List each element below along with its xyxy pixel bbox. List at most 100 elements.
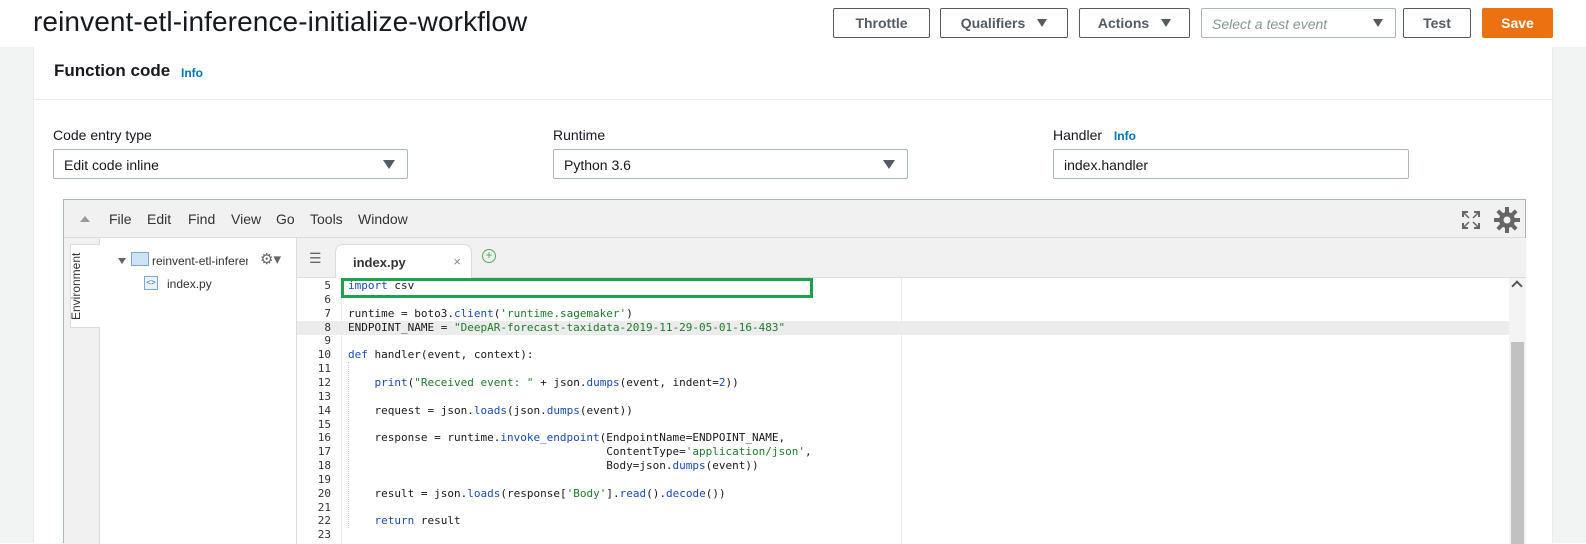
code-line[interactable]: 15 <box>297 418 1509 432</box>
handler-info-link[interactable]: Info <box>1114 129 1136 143</box>
collapse-menu-icon[interactable] <box>80 216 90 222</box>
code-line[interactable]: 18 Body=json.dumps(event)) <box>297 459 1509 473</box>
line-number: 23 <box>317 528 331 542</box>
menu-edit[interactable]: Edit <box>147 211 171 227</box>
line-number: 21 <box>317 500 331 514</box>
menu-window[interactable]: Window <box>358 211 408 227</box>
handler-label: Handler <box>1053 127 1103 143</box>
fullscreen-icon[interactable] <box>1462 211 1480 229</box>
test-event-select[interactable]: Select a test event <box>1201 8 1396 38</box>
endpoint-name-highlight <box>341 278 813 298</box>
add-tab-icon[interactable]: + <box>482 249 496 263</box>
line-number: 17 <box>317 445 331 459</box>
python-file-icon: <> <box>144 276 158 290</box>
code-line[interactable]: 12 print("Received event: " + json.dumps… <box>297 376 1509 390</box>
code-line[interactable]: 10 def handler(event, context): <box>297 348 1509 362</box>
code-line[interactable]: 16 response = runtime.invoke_endpoint(En… <box>297 431 1509 445</box>
line-number: 19 <box>317 472 331 486</box>
code-line[interactable]: 19 <box>297 473 1509 487</box>
tab-list-icon[interactable]: ☰ <box>309 250 322 267</box>
line-number: 14 <box>317 403 331 417</box>
page-title: reinvent-etl-inference-initialize-workfl… <box>33 6 528 37</box>
line-number: 6 <box>324 292 331 306</box>
code-line[interactable]: 8 ENDPOINT_NAME = "DeepAR-forecast-taxida… <box>297 320 1509 335</box>
actions-dropdown[interactable]: Actions <box>1079 8 1190 38</box>
code-line[interactable]: 14 request = json.loads(json.dumps(event… <box>297 404 1509 418</box>
test-label: Test <box>1423 15 1451 31</box>
ide-menu-bar: File Edit Find View Go Tools Window <box>64 200 1525 238</box>
line-number: 7 <box>324 306 331 320</box>
code-entry-type-label: Code entry type <box>53 127 152 143</box>
gear-icon[interactable] <box>1493 206 1521 234</box>
tab-label: index.py <box>353 255 406 270</box>
tab-index-py[interactable]: index.py × <box>335 244 472 279</box>
environment-sidebar-tab[interactable]: Environment <box>64 238 100 544</box>
caret-down-icon <box>1037 19 1048 27</box>
save-button[interactable]: Save <box>1482 8 1553 38</box>
caret-down-icon <box>383 160 395 169</box>
code-text: ENDPOINT_NAME = "DeepAR-forecast-taxidat… <box>348 320 786 334</box>
code-area[interactable]: 5 import csv 6 7 runtime = boto3.client('run… <box>297 278 1509 544</box>
code-line[interactable]: 17 ContentType='application/json', <box>297 445 1509 459</box>
line-number: 13 <box>317 389 331 403</box>
menu-file[interactable]: File <box>109 211 132 227</box>
line-number: 20 <box>317 486 331 500</box>
scrollbar-thumb[interactable] <box>1511 342 1524 544</box>
code-editor-ide: File Edit Find View Go Tools Window Envi… <box>63 199 1526 544</box>
menu-view[interactable]: View <box>231 211 261 227</box>
code-line[interactable]: 23 <box>297 528 1509 542</box>
scroll-up-icon[interactable] <box>1511 280 1523 292</box>
menu-go[interactable]: Go <box>276 211 295 227</box>
tree-file-name[interactable]: index.py <box>167 277 212 291</box>
tree-settings-gear-icon[interactable]: ⚙▾ <box>260 250 281 268</box>
menu-tools[interactable]: Tools <box>310 211 343 227</box>
code-entry-type-value: Edit code inline <box>64 157 159 173</box>
test-button[interactable]: Test <box>1403 8 1471 38</box>
actions-label: Actions <box>1097 15 1150 31</box>
function-code-info-link[interactable]: Info <box>181 66 203 80</box>
editor-pane: ☰ index.py × + 5 import csv 6 7 runtime = bo… <box>297 238 1526 544</box>
tree-folder-name[interactable]: reinvent-etl-inference <box>152 254 248 268</box>
line-number: 18 <box>317 459 331 473</box>
line-number: 11 <box>317 362 331 376</box>
runtime-value: Python 3.6 <box>564 157 631 173</box>
top-header: reinvent-etl-inference-initialize-workfl… <box>0 0 1586 47</box>
line-number: 5 <box>324 279 331 292</box>
line-number: 15 <box>317 417 331 431</box>
folder-icon <box>131 252 149 266</box>
code-line[interactable]: 22 return result <box>297 514 1509 528</box>
expand-triangle-icon[interactable] <box>118 258 126 264</box>
environment-label: Environment <box>69 252 83 320</box>
caret-down-icon <box>883 160 895 169</box>
code-text: ContentType='application/json', <box>348 445 812 459</box>
vertical-scrollbar[interactable] <box>1509 278 1526 544</box>
line-number: 22 <box>317 514 331 528</box>
code-entry-type-select[interactable]: Edit code inline <box>53 149 408 179</box>
code-text: response = runtime.invoke_endpoint(Endpo… <box>348 431 786 445</box>
code-text: result = json.loads(response['Body'].rea… <box>348 486 726 500</box>
code-text: return result <box>374 514 461 528</box>
runtime-select[interactable]: Python 3.6 <box>553 149 908 179</box>
code-line[interactable]: 13 <box>297 390 1509 404</box>
editor-tab-bar: ☰ index.py × + <box>297 238 1526 279</box>
indent-guide <box>348 362 349 529</box>
code-line[interactable]: 21 <box>297 501 1509 515</box>
line-number: 16 <box>317 431 331 445</box>
code-line[interactable]: 9 <box>297 334 1509 348</box>
caret-down-icon <box>1161 19 1172 27</box>
line-number: 8 <box>324 320 331 334</box>
menu-find[interactable]: Find <box>188 211 215 227</box>
code-line[interactable]: 20 result = json.loads(response['Body'].… <box>297 487 1509 501</box>
qualifiers-dropdown[interactable]: Qualifiers <box>940 8 1068 38</box>
code-text: def handler(event, context): <box>348 348 534 362</box>
code-line[interactable]: 7 runtime = boto3.client('runtime.sagemak… <box>297 307 1509 321</box>
throttle-button[interactable]: Throttle <box>833 8 930 38</box>
handler-label-group: Handler Info <box>1053 127 1136 143</box>
panel-title: Function code <box>54 61 171 80</box>
caret-down-icon <box>1373 19 1383 27</box>
line-number: 9 <box>324 334 331 348</box>
line-number: 10 <box>317 348 331 362</box>
code-line[interactable]: 11 <box>297 362 1509 376</box>
close-icon[interactable]: × <box>453 254 461 269</box>
handler-input[interactable]: index.handler <box>1053 149 1409 179</box>
